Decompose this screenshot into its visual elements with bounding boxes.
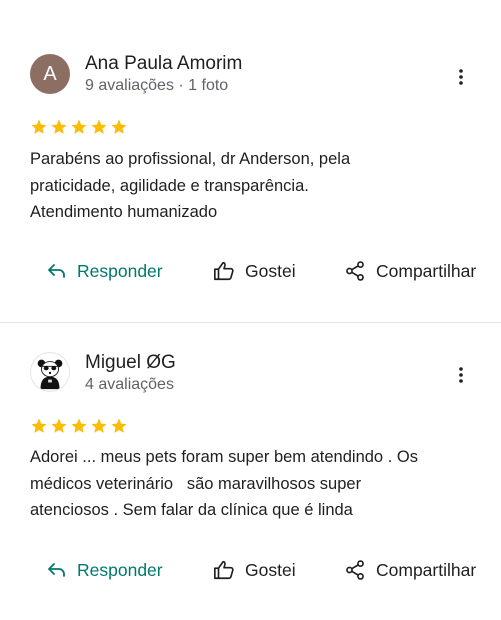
reply-label: Responder [77, 260, 163, 281]
reply-button[interactable]: Responder [47, 555, 163, 585]
share-button[interactable]: Compartilhar [344, 555, 476, 585]
star-rating [30, 118, 128, 136]
review-text-line: praticidade, agilidade e transparência. [30, 176, 309, 195]
like-button[interactable]: Gostei [213, 555, 296, 585]
reviewer-name[interactable]: Ana Paula Amorim [85, 53, 242, 75]
reviewer-avatar[interactable] [30, 352, 70, 392]
review-actions: Responder Gostei Compartilhar [0, 256, 501, 286]
thumbs-up-icon [214, 261, 234, 281]
reply-icon [48, 563, 65, 577]
star-icon [71, 119, 87, 134]
more-options-button[interactable] [452, 364, 470, 386]
review-actions: Responder Gostei Compartilhar [0, 555, 501, 585]
star-icon [111, 119, 127, 134]
panda-avatar-icon [37, 359, 63, 390]
star-icon [111, 418, 127, 433]
share-icon [346, 560, 364, 580]
reviewer-meta[interactable]: 4 avaliações [85, 376, 174, 394]
reviewer-name[interactable]: Miguel ØG [85, 352, 176, 374]
star-icon [91, 119, 107, 134]
reviewer-meta[interactable]: 9 avaliações · 1 foto [85, 77, 228, 95]
like-button[interactable]: Gostei [213, 256, 296, 286]
more-vert-icon [459, 69, 463, 85]
like-label: Gostei [245, 260, 296, 281]
star-icon [71, 418, 87, 433]
reply-icon [48, 264, 65, 278]
review-text-line: Adorei ... meus pets foram super bem ate… [30, 448, 418, 466]
more-vert-icon [459, 367, 463, 383]
star-icon [51, 119, 67, 134]
reply-label: Responder [77, 559, 163, 580]
like-label: Gostei [245, 559, 296, 580]
review-text: Parabéns ao profissional, dr Anderson, p… [30, 146, 480, 226]
review-text-line: médicos veterinário são maravilhosos sup… [30, 474, 362, 493]
review-divider [0, 322, 501, 323]
reply-button[interactable]: Responder [47, 256, 163, 286]
star-icon [91, 418, 107, 433]
thumbs-up-icon [214, 560, 234, 580]
share-button[interactable]: Compartilhar [344, 256, 476, 286]
share-label: Compartilhar [376, 559, 477, 580]
star-rating [30, 417, 128, 435]
review-text: Adorei ... meus pets foram super bem ate… [30, 444, 480, 524]
avatar-letter: A [43, 62, 57, 85]
review-text-line: Parabéns ao profissional, dr Anderson, p… [30, 150, 351, 168]
share-label: Compartilhar [376, 260, 477, 281]
more-options-button[interactable] [452, 66, 470, 88]
share-icon [346, 261, 364, 281]
star-icon [51, 418, 67, 433]
review-text-line: atenciosos . Sem falar da clínica que é … [30, 501, 353, 519]
star-icon [31, 119, 47, 134]
reviewer-avatar[interactable]: A [30, 54, 70, 94]
review-text-line: Atendimento humanizado [30, 203, 218, 221]
star-icon [31, 418, 47, 433]
